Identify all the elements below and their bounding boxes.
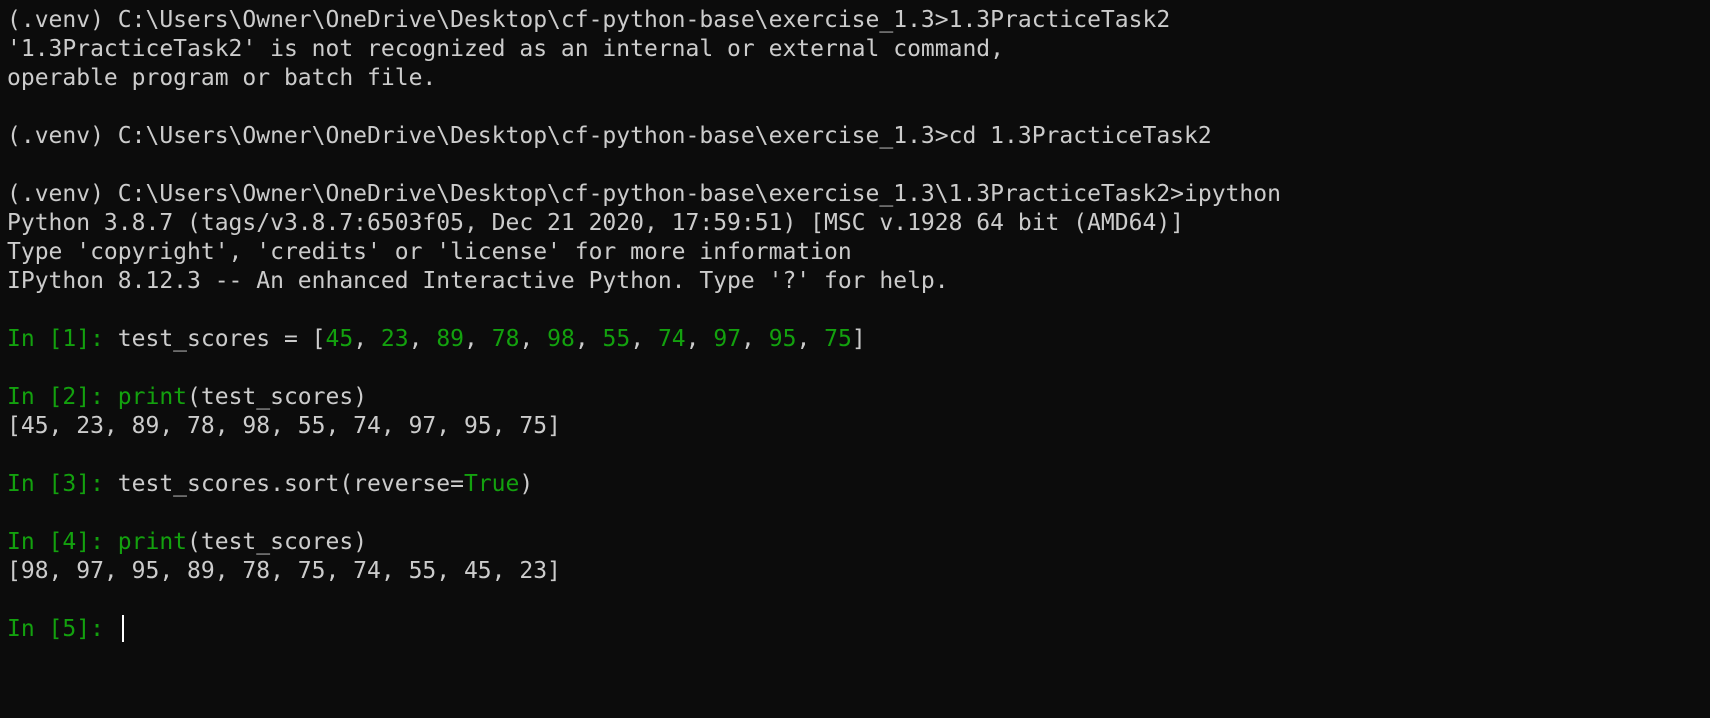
list-value: 98 <box>547 326 575 352</box>
cmd-line-run-task: (.venv) C:\Users\Owner\OneDrive\Desktop\… <box>7 7 1171 33</box>
list-value: 95 <box>768 326 797 352</box>
list-value: 97 <box>713 326 742 352</box>
ipython-input-3: In [3]: test_scores.sort(reverse=True) <box>7 470 1710 499</box>
list-value: 23 <box>380 326 409 352</box>
list-separator: , <box>353 326 381 352</box>
code-text: test_scores.sort(reverse= <box>117 471 464 497</box>
builtin-function: print <box>117 529 188 555</box>
input-prompt: In [2]: <box>7 384 118 410</box>
code-text: test_scores = [ <box>117 326 326 352</box>
ipython-input-5[interactable]: In [5]: <box>7 615 1710 644</box>
ipython-output-2: [45, 23, 89, 78, 98, 55, 74, 97, 95, 75] <box>7 413 561 439</box>
ipython-input-2: In [2]: print(test_scores) <box>7 383 1710 412</box>
list-separator: , <box>685 326 714 352</box>
builtin-function: print <box>117 384 188 410</box>
ipython-input-1: In [1]: test_scores = [45, 23, 89, 78, 9… <box>7 325 1710 354</box>
list-separator: , <box>408 326 437 352</box>
list-value: 55 <box>602 326 631 352</box>
ipython-input-4: In [4]: print(test_scores) <box>7 528 1710 557</box>
code-text: (test_scores) <box>187 384 368 410</box>
error-line-2: operable program or batch file. <box>7 65 437 91</box>
input-prompt: In [1]: <box>7 326 118 352</box>
ipython-banner-line: IPython 8.12.3 -- An enhanced Interactiv… <box>7 268 949 294</box>
code-text: (test_scores) <box>187 529 368 555</box>
list-separator: , <box>741 326 769 352</box>
cmd-line-ipython: (.venv) C:\Users\Owner\OneDrive\Desktop\… <box>7 181 1281 207</box>
list-separator: , <box>464 326 492 352</box>
list-value: 78 <box>491 326 520 352</box>
input-prompt: In [4]: <box>7 529 118 555</box>
list-value: 74 <box>657 326 686 352</box>
cmd-line-cd: (.venv) C:\Users\Owner\OneDrive\Desktop\… <box>7 123 1212 149</box>
code-text: ) <box>519 471 534 497</box>
list-separator: , <box>630 326 658 352</box>
error-line-1: '1.3PracticeTask2' is not recognized as … <box>7 36 1004 62</box>
list-separator: , <box>574 326 603 352</box>
text-cursor[interactable] <box>121 615 124 642</box>
code-text: ] <box>851 326 866 352</box>
input-prompt: In [3]: <box>7 471 118 497</box>
list-separator: , <box>796 326 825 352</box>
keyword-true: True <box>463 471 520 497</box>
python-info-line: Type 'copyright', 'credits' or 'license'… <box>7 239 852 265</box>
ipython-output-4: [98, 97, 95, 89, 78, 75, 74, 55, 45, 23] <box>7 558 561 584</box>
terminal-window[interactable]: (.venv) C:\Users\Owner\OneDrive\Desktop\… <box>0 0 1710 718</box>
python-version-line: Python 3.8.7 (tags/v3.8.7:6503f05, Dec 2… <box>7 210 1185 236</box>
input-prompt: In [5]: <box>7 616 118 642</box>
list-value: 89 <box>436 326 465 352</box>
list-value: 75 <box>824 326 852 352</box>
list-value: 45 <box>325 326 354 352</box>
list-separator: , <box>519 326 548 352</box>
